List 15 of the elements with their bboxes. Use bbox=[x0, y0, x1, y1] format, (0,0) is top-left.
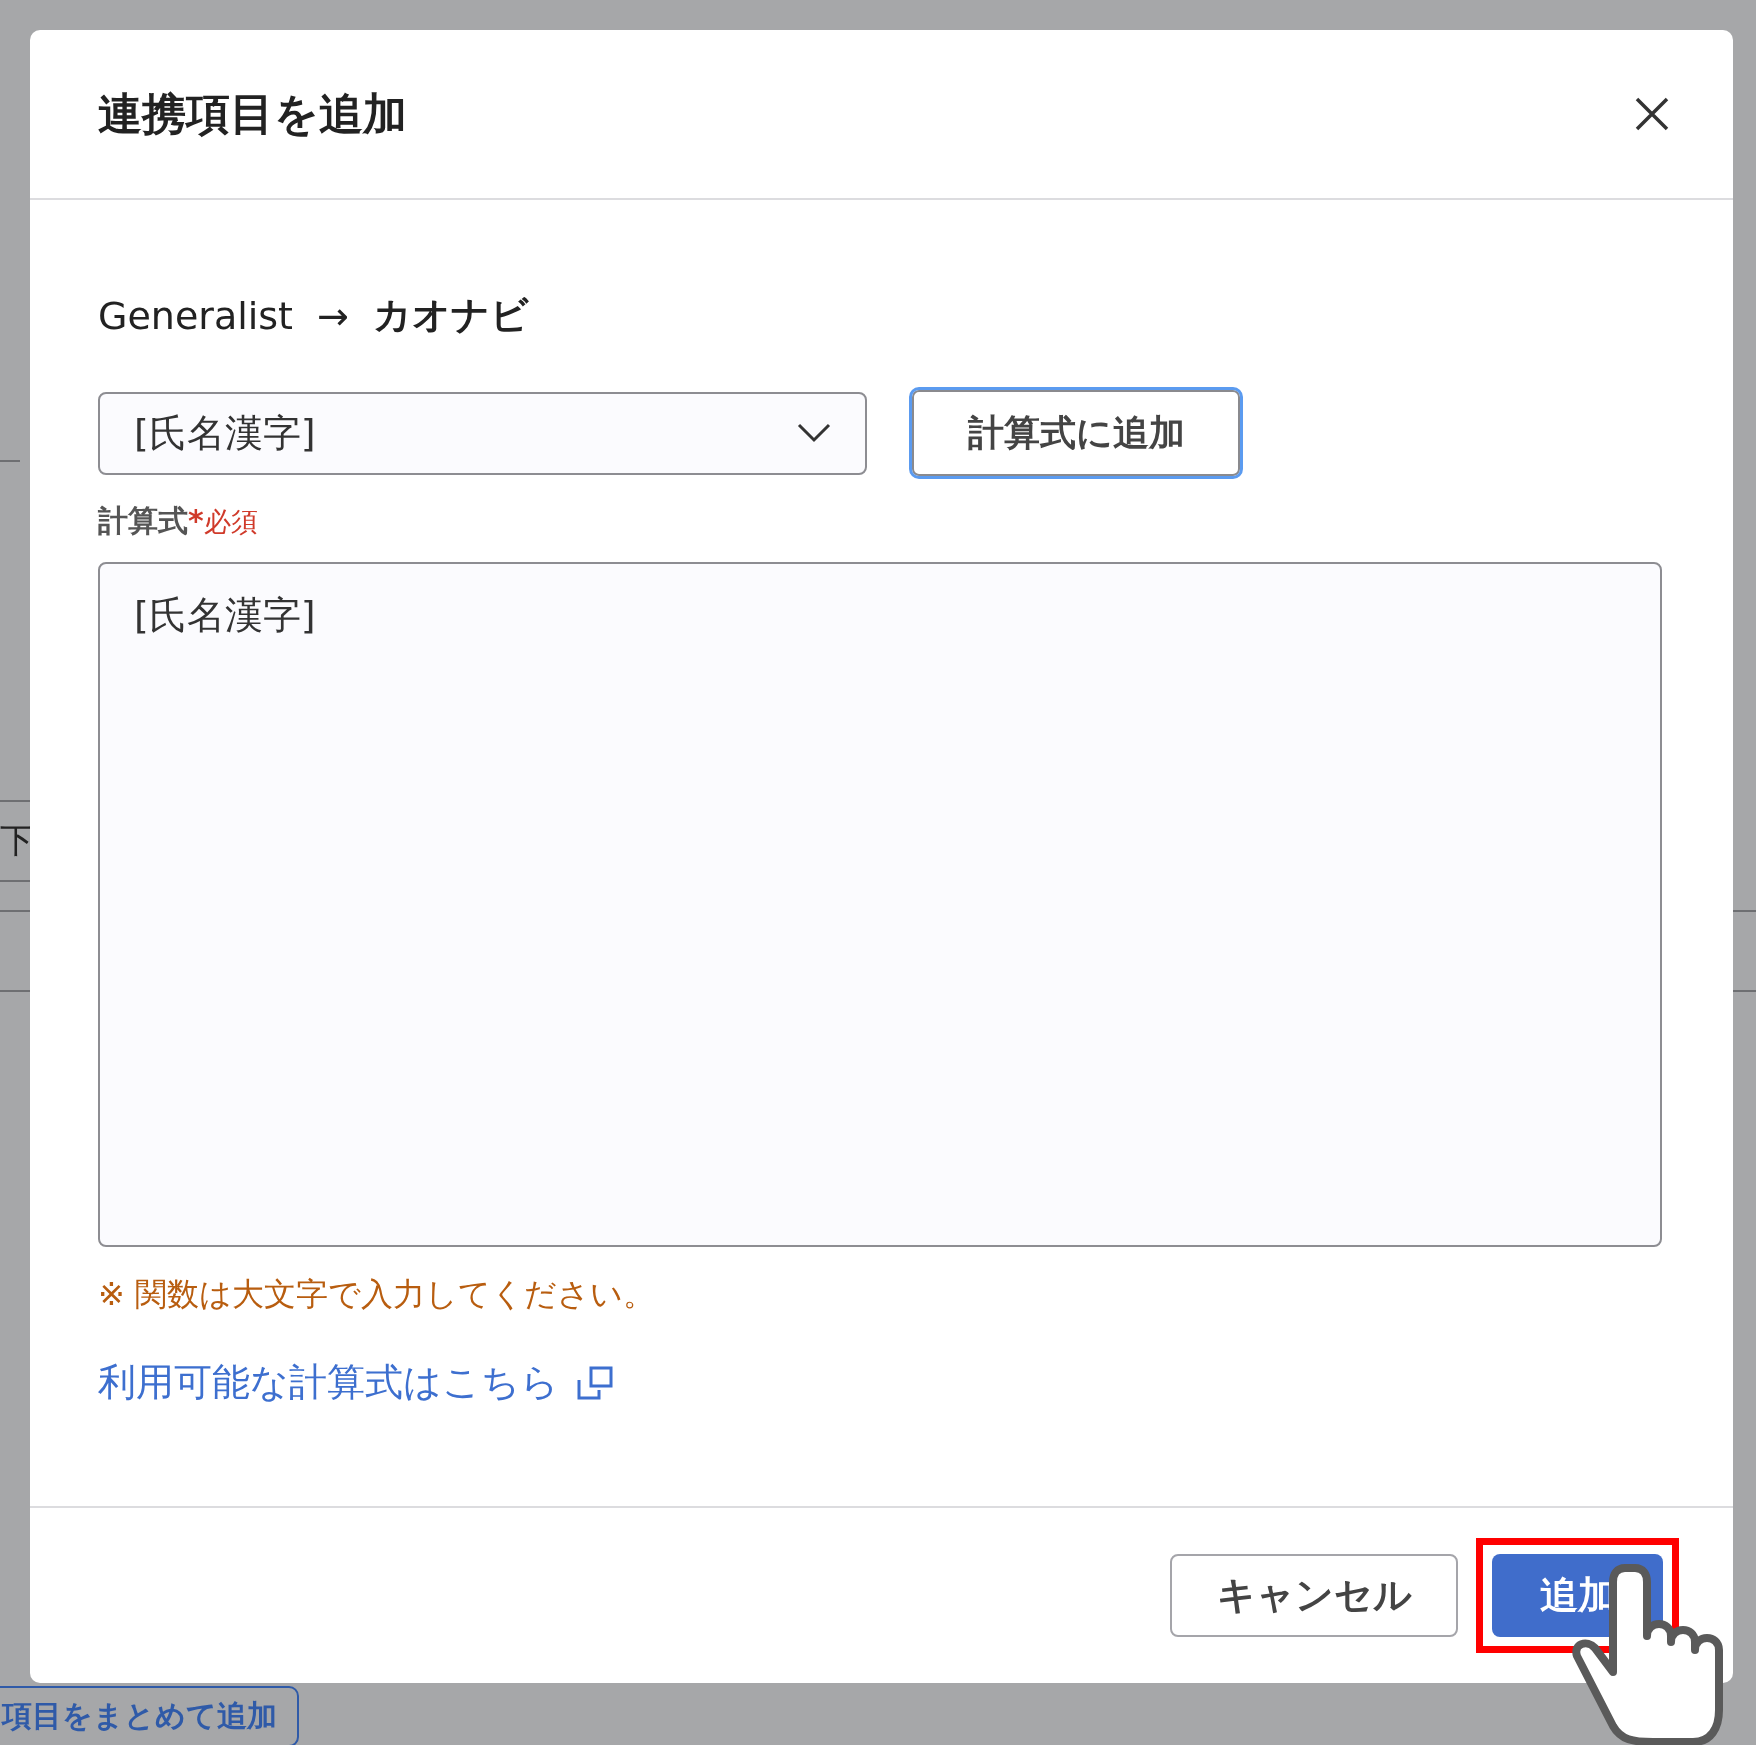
cancel-button[interactable]: キャンセル bbox=[1170, 1554, 1458, 1637]
note-text: ※ 関数は大文字で入力してください。 bbox=[98, 1274, 656, 1315]
close-icon[interactable] bbox=[1635, 97, 1669, 131]
field-select[interactable]: [氏名漢字] bbox=[98, 391, 867, 475]
dialog-title: 連携項目を追加 bbox=[98, 86, 407, 141]
external-link-icon bbox=[577, 1365, 613, 1400]
background-text: 下 bbox=[0, 819, 30, 862]
source-name: Generalist bbox=[98, 293, 293, 338]
arrow-text: → bbox=[317, 293, 349, 338]
target-name: カオナビ bbox=[372, 292, 529, 339]
formula-field[interactable]: [氏名漢字] bbox=[98, 562, 1662, 1247]
chevron-down-icon bbox=[797, 423, 831, 443]
formula-label: 計算式*必須 bbox=[98, 502, 259, 540]
formulas-link[interactable]: 利用可能な計算式はこちら bbox=[98, 1357, 613, 1408]
add-to-formula-button[interactable]: 計算式に追加 bbox=[909, 387, 1243, 479]
